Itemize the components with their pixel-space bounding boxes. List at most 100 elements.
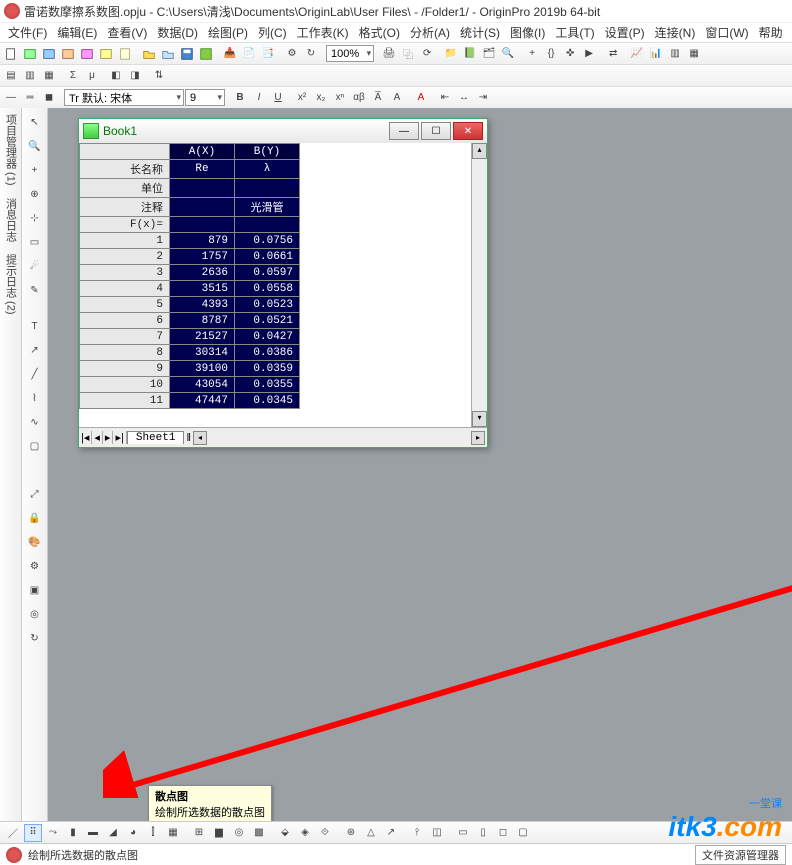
tab-message-log[interactable]: 消息日志 [3, 196, 19, 244]
row-1[interactable]: 1 [80, 233, 170, 249]
digitizer-icon[interactable]: ✜ [561, 45, 579, 63]
draw-data-icon[interactable]: ✎ [25, 280, 45, 300]
swap-icon[interactable]: ⇅ [150, 67, 168, 85]
color-icon[interactable]: 🎨 [25, 532, 45, 552]
ternary-icon[interactable]: △ [362, 824, 380, 842]
column-bar-icon[interactable]: ▮ [64, 824, 82, 842]
print-icon[interactable]: 🖨 [380, 45, 398, 63]
set-values-icon[interactable]: ▦ [40, 67, 58, 85]
line-plot-icon[interactable]: 📈 [628, 45, 646, 63]
menu-worksheet[interactable]: 工作表(K) [293, 24, 353, 41]
supersub-icon[interactable]: xⁿ [331, 89, 349, 107]
template-icon[interactable]: ▣ [25, 580, 45, 600]
recalculate-icon[interactable]: ↻ [302, 45, 320, 63]
vector-icon[interactable]: ↗ [382, 824, 400, 842]
meta-longname[interactable]: 长名称 [80, 160, 170, 179]
row-5[interactable]: 5 [80, 297, 170, 313]
worksheet-grid[interactable]: A(X) B(Y) 长名称Reλ 单位 注释光滑管 F(x)= 18790.07… [79, 143, 300, 409]
multi-panel-icon[interactable]: ▦ [164, 824, 182, 842]
region1-icon[interactable]: ▭ [454, 824, 472, 842]
increase-font-icon[interactable]: A̅ [369, 89, 387, 107]
decrease-font-icon[interactable]: A [388, 89, 406, 107]
sheet-nav-next[interactable]: ▸ [103, 431, 114, 444]
menu-window[interactable]: 窗口(W) [701, 24, 752, 41]
arrow-tool-icon[interactable]: ↗ [25, 340, 45, 360]
hist-icon[interactable]: ▆ [210, 824, 228, 842]
menu-column[interactable]: 列(C) [254, 24, 291, 41]
menu-plot[interactable]: 绘图(P) [204, 24, 252, 41]
meta-comments[interactable]: 注释 [80, 198, 170, 217]
fill-color-icon[interactable]: ◼ [40, 89, 58, 107]
bar-icon[interactable]: ▬ [84, 824, 102, 842]
add-column-icon[interactable]: + [523, 45, 541, 63]
subscript-icon[interactable]: x₂ [312, 89, 330, 107]
image-plot-icon[interactable]: ▩ [250, 824, 268, 842]
align-center-icon[interactable]: ↔ [455, 89, 473, 107]
region4-icon[interactable]: ▢ [514, 824, 532, 842]
explorer-icon[interactable]: 🗂 [480, 45, 498, 63]
zoom-pan-icon[interactable]: 🔍 [25, 136, 45, 156]
menu-tools[interactable]: 工具(T) [551, 24, 598, 41]
stats-plot-icon[interactable]: ▦ [685, 45, 703, 63]
import-multi-icon[interactable]: 📑 [259, 45, 277, 63]
sheet-nav-last[interactable]: ▸| [113, 431, 126, 444]
row-6[interactable]: 6 [80, 313, 170, 329]
menu-image[interactable]: 图像(I) [506, 24, 549, 41]
menu-data[interactable]: 数据(D) [153, 24, 202, 41]
template-library-icon[interactable]: ◫ [428, 824, 446, 842]
sort-desc-icon[interactable]: ▥ [21, 67, 39, 85]
text-tool-icon[interactable]: T [25, 316, 45, 336]
menu-connectivity[interactable]: 连接(N) [651, 24, 700, 41]
workbook-window[interactable]: Book1 — ☐ ✕ A(X) B(Y) 长名称Reλ 单位 注释光滑管 [78, 118, 488, 448]
sort-asc-icon[interactable]: ▤ [2, 67, 20, 85]
insert-icon[interactable]: ◎ [25, 604, 45, 624]
duplicate-icon[interactable]: ⿻ [399, 45, 417, 63]
3d-scatter-icon[interactable]: ⟐ [316, 824, 334, 842]
3d-bars-icon[interactable]: ⬙ [276, 824, 294, 842]
region2-icon[interactable]: ▯ [474, 824, 492, 842]
align-left-icon[interactable]: ⇤ [436, 89, 454, 107]
stats-row-icon[interactable]: μ [83, 67, 101, 85]
meta-units[interactable]: 单位 [80, 179, 170, 198]
gear-icon[interactable]: ⚙ [25, 556, 45, 576]
italic-button[interactable]: I [250, 89, 268, 107]
menu-view[interactable]: 查看(V) [103, 24, 151, 41]
row-10[interactable]: 10 [80, 377, 170, 393]
slideshow-icon[interactable]: ▶ [580, 45, 598, 63]
menu-help[interactable]: 帮助 [755, 24, 787, 41]
stock-icon[interactable]: ⫯ [408, 824, 426, 842]
maximize-button[interactable]: ☐ [421, 122, 451, 140]
rotate-icon[interactable]: ↻ [25, 628, 45, 648]
workbook-titlebar[interactable]: Book1 — ☐ ✕ [79, 119, 487, 143]
region3-icon[interactable]: ◻ [494, 824, 512, 842]
row-2[interactable]: 2 [80, 249, 170, 265]
rescale-icon[interactable]: ⤢ [25, 484, 45, 504]
screen-reader-icon[interactable]: ⊕ [25, 184, 45, 204]
row-7[interactable]: 7 [80, 329, 170, 345]
menu-preferences[interactable]: 设置(P) [601, 24, 649, 41]
line-graph-icon[interactable]: ／ [4, 824, 22, 842]
pie-icon[interactable]: ◕ [124, 824, 142, 842]
polar-icon[interactable]: ⊛ [342, 824, 360, 842]
save-icon[interactable] [178, 45, 196, 63]
row-3[interactable]: 3 [80, 265, 170, 281]
data-cursor-icon[interactable]: ⊹ [25, 208, 45, 228]
import-wizard-icon[interactable]: 📥 [221, 45, 239, 63]
sheet-nav-prev[interactable]: ◂ [92, 431, 103, 444]
vertical-scrollbar[interactable] [471, 143, 487, 427]
pointer-tool-icon[interactable]: ↖ [25, 112, 45, 132]
line-tool-icon[interactable]: ╱ [25, 364, 45, 384]
unmask-icon[interactable]: ◨ [126, 67, 144, 85]
sheet-nav-first[interactable]: |◂ [79, 431, 92, 444]
scatter-graph-icon[interactable]: ⠿ [24, 824, 42, 842]
new-layout-icon[interactable] [97, 45, 115, 63]
book-organizer-icon[interactable]: 📗 [461, 45, 479, 63]
code-builder-icon[interactable]: {} [542, 45, 560, 63]
stat-box-icon[interactable]: ⊞ [190, 824, 208, 842]
stats-column-icon[interactable]: Σ [64, 67, 82, 85]
greek-icon[interactable]: αβ [350, 89, 368, 107]
new-graph-icon[interactable] [59, 45, 77, 63]
align-right-icon[interactable]: ⇥ [474, 89, 492, 107]
polyline-tool-icon[interactable]: ⌇ [25, 388, 45, 408]
menu-statistics[interactable]: 统计(S) [456, 24, 504, 41]
